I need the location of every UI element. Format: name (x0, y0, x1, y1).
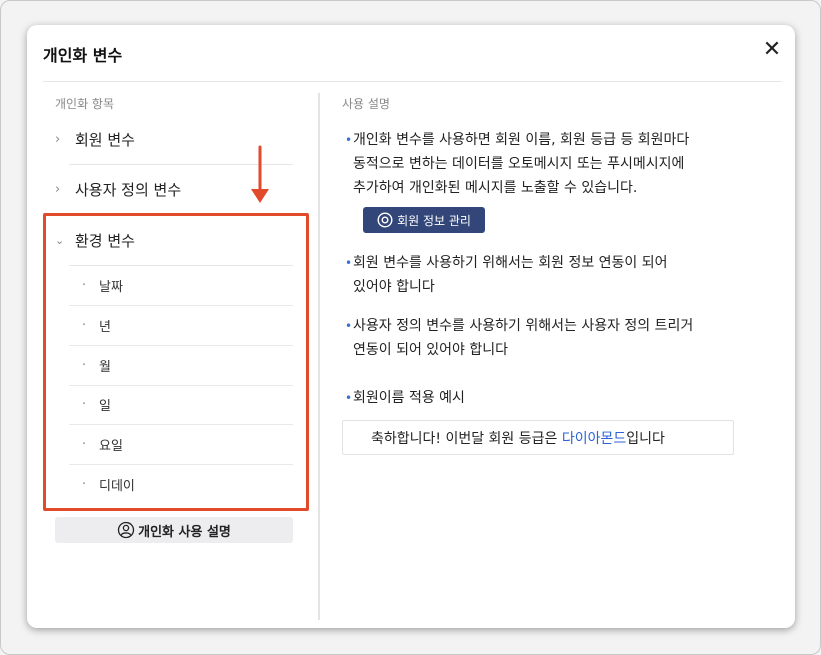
text-line: 추가하여 개인화된 메시지를 노출할 수 있습니다. (353, 180, 638, 196)
text-line: 연동이 되어 있어야 합니다 (353, 342, 509, 358)
accordion-label: 사용자 정의 변수 (75, 180, 182, 199)
text-line: 있어야 합니다 (353, 279, 435, 295)
member-button-label: 회원 정보 관리 (397, 213, 471, 228)
chevron-right-icon: › (55, 131, 61, 147)
personalization-guide-button[interactable]: 개인화 사용 설명 (55, 517, 293, 543)
right-section-label: 사용 설명 (342, 97, 390, 111)
annotation-highlight-box (43, 213, 309, 511)
user-circle-icon (117, 521, 135, 539)
text-line: 개인화 변수를 사용하면 회원 이름, 회원 등급 등 회원마다 (353, 132, 690, 148)
member-info-management-button[interactable]: 회원 정보 관리 (363, 207, 485, 233)
text-line: 사용자 정의 변수를 사용하기 위해서는 사용자 정의 트리거 (353, 318, 694, 334)
header-divider (43, 81, 782, 82)
text-line: 동적으로 변하는 데이터를 오토메시지 또는 푸시메시지에 (353, 156, 685, 172)
bullet: • (345, 319, 353, 333)
chevron-right-icon: › (55, 181, 61, 197)
column-divider (318, 93, 320, 620)
guide-button-label: 개인화 사용 설명 (138, 524, 231, 540)
text-line: 회원이름 적용 예시 (353, 390, 465, 406)
description-paragraph-4: • 회원이름 적용 예시 (345, 386, 753, 410)
arrow-down-icon (251, 145, 269, 203)
bullet: • (345, 256, 353, 270)
description-paragraph-1: • 개인화 변수를 사용하면 회원 이름, 회원 등급 등 회원마다 동적으로 … (345, 128, 753, 200)
modal-title: 개인화 변수 (43, 46, 123, 65)
example-highlight: 다이아몬드 (561, 430, 627, 447)
bullet: • (345, 391, 353, 405)
example-text-after: 입니다 (626, 430, 665, 447)
example-message-box: 축하합니다! 이번달 회원 등급은 다이아몬드 입니다 (342, 420, 734, 455)
description-paragraph-3: • 사용자 정의 변수를 사용하기 위해서는 사용자 정의 트리거 연동이 되어… (345, 314, 753, 362)
close-icon[interactable]: ✕ (761, 39, 783, 61)
left-section-label: 개인화 항목 (55, 97, 115, 111)
bullet: • (345, 133, 353, 147)
personalization-modal: 개인화 변수 ✕ 개인화 항목 › 회원 변수 › 사용자 정의 변수 ⌄ 환경… (27, 25, 795, 628)
example-text-before: 축하합니다! 이번달 회원 등급은 (371, 430, 562, 447)
text-line: 회원 변수를 사용하기 위해서는 회원 정보 연동이 되어 (353, 255, 668, 271)
description-paragraph-2: • 회원 변수를 사용하기 위해서는 회원 정보 연동이 되어 있어야 합니다 (345, 251, 753, 299)
eye-icon (377, 212, 393, 228)
accordion-label: 회원 변수 (75, 130, 135, 149)
